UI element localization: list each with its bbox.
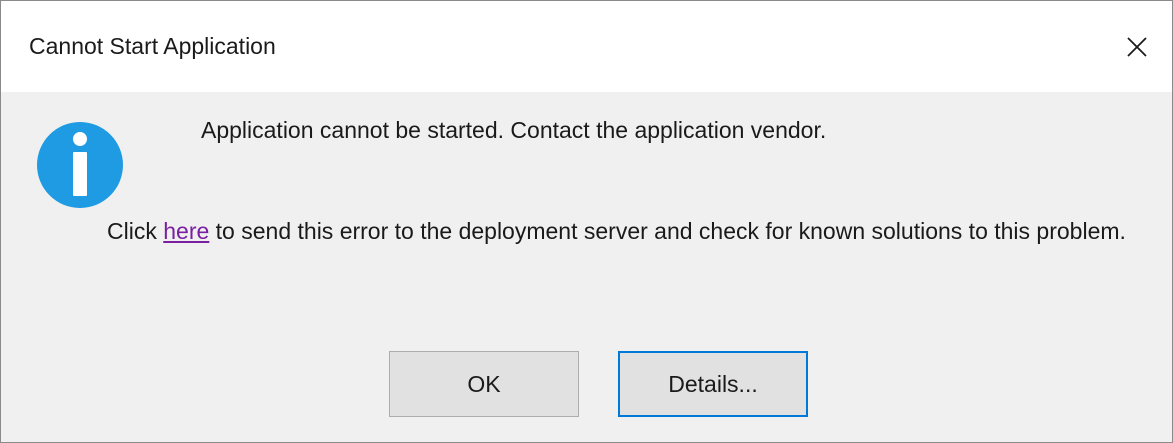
error-dialog: Cannot Start Application Application can… (0, 0, 1173, 443)
window-title: Cannot Start Application (29, 33, 276, 59)
error-message: Application cannot be started. Contact t… (201, 117, 827, 143)
details-button[interactable]: Details... (618, 351, 808, 417)
info-icon (37, 122, 123, 208)
detail-suffix: to send this error to the deployment ser… (209, 218, 1126, 244)
title-bar: Cannot Start Application (1, 1, 1172, 92)
ok-button[interactable]: OK (389, 351, 579, 417)
close-button[interactable] (1102, 1, 1172, 92)
send-error-link[interactable]: here (163, 218, 209, 244)
close-icon (1127, 36, 1147, 57)
detail-prefix: Click (107, 218, 164, 244)
error-detail: Click here to send this error to the dep… (107, 212, 1127, 250)
